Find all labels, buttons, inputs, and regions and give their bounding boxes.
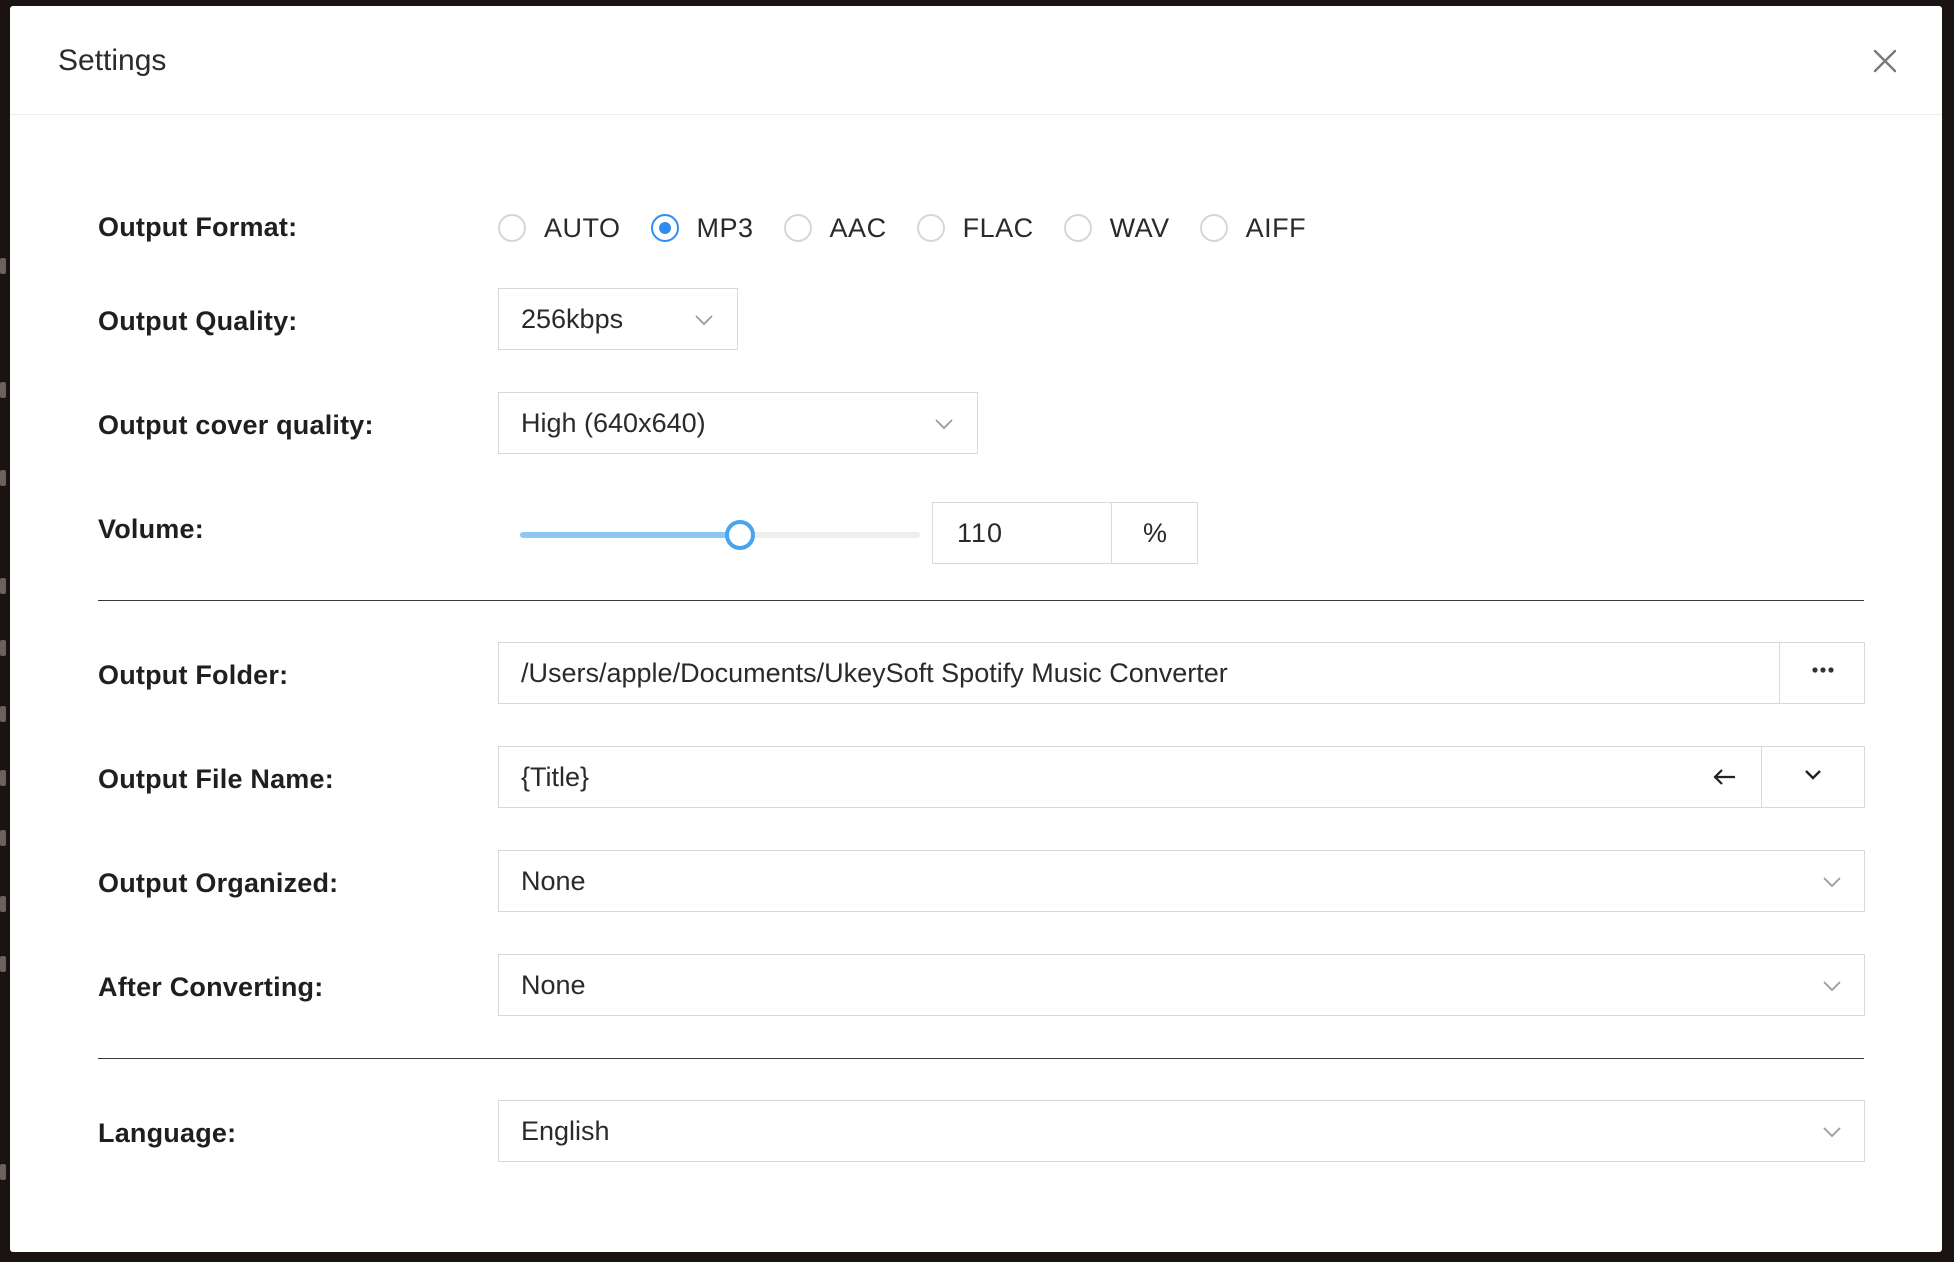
file-name-tags-dropdown-button[interactable] — [1761, 746, 1865, 808]
output-quality-label: Output Quality: — [98, 306, 298, 336]
dialog-header: Settings — [10, 6, 1942, 115]
radio-circle — [498, 214, 526, 242]
radio-label: FLAC — [962, 212, 1034, 243]
output-file-name-label: Output File Name: — [98, 764, 334, 794]
radio-aac[interactable]: AAC — [783, 212, 887, 244]
output-quality-select[interactable]: 256kbps — [498, 288, 738, 350]
output-cover-quality-select[interactable]: High (640x640) — [498, 392, 978, 454]
output-folder-field[interactable]: /Users/apple/Documents/UkeySoft Spotify … — [498, 642, 1780, 704]
dialog-title: Settings — [58, 44, 167, 77]
output-organized-select[interactable]: None — [498, 850, 1865, 912]
radio-circle — [1199, 214, 1228, 242]
output-folder-label: Output Folder: — [98, 660, 289, 690]
radio-wav[interactable]: WAV — [1063, 212, 1170, 244]
output-folder-value: /Users/apple/Documents/UkeySoft Spotify … — [521, 658, 1228, 688]
chevron-down-icon — [1823, 981, 1841, 992]
more-dots-icon — [1812, 667, 1834, 673]
language-value: English — [521, 1116, 610, 1146]
radio-circle — [783, 214, 812, 242]
slider-fill — [520, 532, 740, 538]
chevron-down-icon — [1823, 877, 1841, 888]
output-format-label: Output Format: — [98, 212, 298, 242]
radio-label: WAV — [1109, 212, 1170, 243]
radio-circle — [1063, 214, 1092, 242]
chevron-down-icon — [695, 315, 713, 326]
section-divider — [98, 600, 1864, 601]
volume-input[interactable]: 110 — [932, 502, 1112, 564]
slider-thumb[interactable] — [725, 520, 755, 550]
radio-label: AUTO — [544, 212, 621, 243]
output-cover-quality-value: High (640x640) — [521, 408, 706, 438]
volume-unit: % — [1112, 502, 1198, 564]
output-cover-quality-label: Output cover quality: — [98, 410, 374, 440]
language-select[interactable]: English — [498, 1100, 1865, 1162]
volume-label: Volume: — [98, 514, 204, 544]
chevron-down-icon — [935, 419, 953, 430]
chevron-down-icon — [1805, 770, 1821, 780]
radio-mp3[interactable]: MP3 — [650, 212, 754, 244]
radio-auto[interactable]: AUTO — [498, 213, 621, 244]
arrow-left-icon[interactable] — [1711, 765, 1739, 789]
radio-aiff[interactable]: AIFF — [1199, 212, 1307, 244]
output-file-name-value: {Title} — [521, 762, 590, 792]
language-label: Language: — [98, 1118, 237, 1148]
browse-folder-button[interactable] — [1779, 642, 1865, 704]
section-divider — [98, 1058, 1864, 1059]
volume-value: 110 — [957, 518, 1004, 548]
radio-label: MP3 — [696, 212, 754, 243]
after-converting-label: After Converting: — [98, 972, 324, 1002]
radio-flac[interactable]: FLAC — [916, 212, 1034, 244]
after-converting-select[interactable]: None — [498, 954, 1865, 1016]
close-icon — [1873, 49, 1897, 73]
radio-label: AIFF — [1245, 212, 1307, 243]
volume-slider[interactable] — [520, 516, 920, 554]
after-converting-value: None — [521, 970, 586, 1000]
output-organized-label: Output Organized: — [98, 868, 339, 898]
output-quality-value: 256kbps — [521, 304, 624, 334]
output-organized-value: None — [521, 866, 586, 896]
radio-circle — [650, 214, 679, 242]
settings-dialog: Settings Output Format: AUTO MP3 AAC FLA… — [10, 6, 1942, 1252]
close-button[interactable] — [1870, 46, 1900, 76]
radio-label: AAC — [829, 212, 887, 243]
chevron-down-icon — [1823, 1127, 1841, 1138]
output-file-name-field[interactable]: {Title} — [498, 746, 1762, 808]
radio-circle — [916, 214, 945, 242]
output-format-radio-group: AUTO MP3 AAC FLAC WAV AIFF — [498, 210, 1336, 246]
volume-unit-label: % — [1142, 518, 1167, 548]
